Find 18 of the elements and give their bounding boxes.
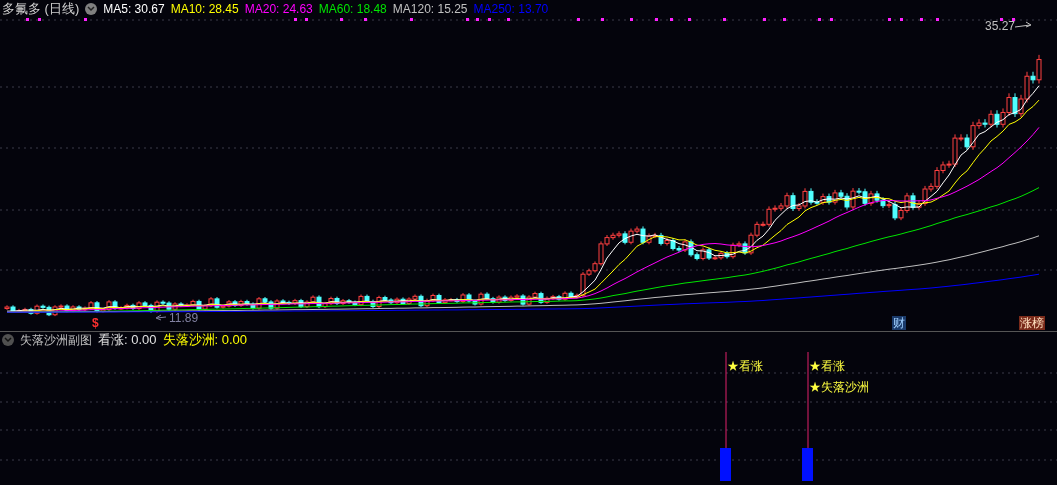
dollar-marker: $ <box>91 316 100 330</box>
moving-average-value: MA60: 18.48 <box>318 1 387 17</box>
indicator-title: 失落沙洲副图 <box>20 332 92 348</box>
indicator-value: 失落沙洲: 0.00 <box>162 332 248 348</box>
indicator-value: 看涨: 0.00 <box>98 332 157 348</box>
signal-label: ★失落沙洲 <box>809 380 869 394</box>
moving-average-value: MA20: 24.63 <box>244 1 313 17</box>
moving-average-value: MA120: 15.25 <box>392 1 468 17</box>
low-price-label: 11.89 <box>169 312 199 325</box>
signal-label: ★看涨 <box>727 359 763 373</box>
limit-up-marker: 涨榜 <box>1019 316 1045 330</box>
signal-label: ★看涨 <box>809 359 845 373</box>
moving-average-value: MA5: 30.67 <box>103 1 165 17</box>
finance-marker: 财 <box>892 316 906 330</box>
moving-average-value: MA10: 28.45 <box>170 1 239 17</box>
high-price-label: 35.27 <box>985 19 1016 33</box>
moving-average-value: MA250: 13.70 <box>473 1 549 17</box>
chart-title: 多氟多 (日线) <box>2 1 80 17</box>
